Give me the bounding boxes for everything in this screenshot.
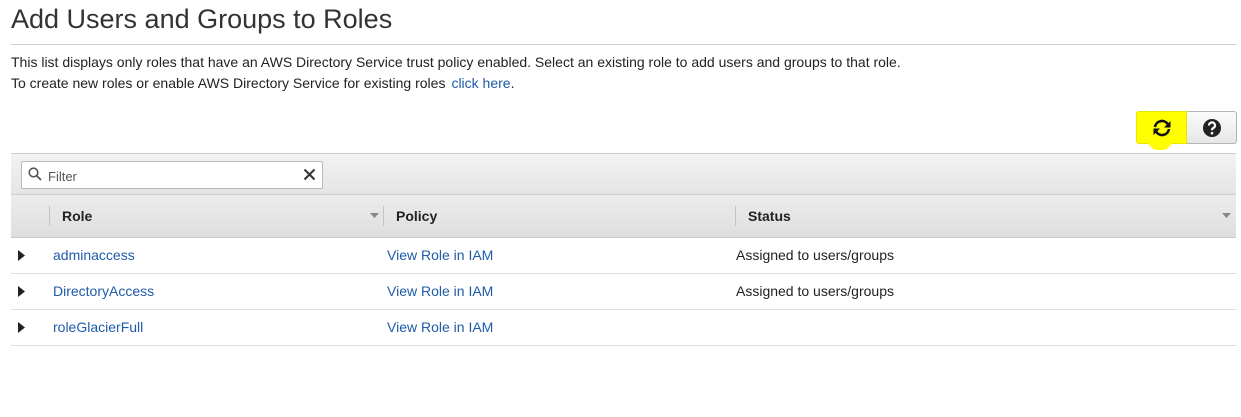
- click-here-link[interactable]: click here: [451, 75, 510, 91]
- role-link[interactable]: adminaccess: [53, 238, 135, 273]
- filter-bar: [11, 153, 1236, 194]
- filter-input[interactable]: [46, 165, 300, 187]
- column-header-status[interactable]: Status: [748, 195, 791, 237]
- close-icon[interactable]: [303, 168, 316, 181]
- role-status: Assigned to users/groups: [736, 247, 894, 263]
- role-link[interactable]: roleGlacierFull: [53, 310, 143, 345]
- description-line-1: This list displays only roles that have …: [11, 54, 901, 70]
- filter-box: [21, 161, 323, 189]
- view-role-link[interactable]: View Role in IAM: [387, 310, 493, 345]
- highlight-mark: [1148, 140, 1172, 150]
- column-separator: [735, 206, 736, 226]
- view-role-link[interactable]: View Role in IAM: [387, 238, 493, 273]
- expand-arrow-icon[interactable]: [18, 286, 25, 297]
- refresh-icon: [1153, 119, 1170, 136]
- sort-down-icon[interactable]: [370, 213, 379, 219]
- page-title: Add Users and Groups to Roles: [11, 4, 393, 34]
- table-row[interactable]: DirectoryAccess View Role in IAM Assigne…: [11, 274, 1236, 310]
- roles-table: Role Policy Status adminaccess View Role…: [11, 153, 1236, 346]
- table-header: Role Policy Status: [11, 194, 1236, 238]
- description-line-2-text: To create new roles or enable AWS Direct…: [11, 75, 446, 91]
- role-link[interactable]: DirectoryAccess: [53, 274, 154, 309]
- table-row[interactable]: adminaccess View Role in IAM Assigned to…: [11, 238, 1236, 274]
- help-button[interactable]: [1187, 111, 1237, 144]
- title-divider: [11, 44, 1236, 45]
- sort-down-icon[interactable]: [1222, 213, 1231, 219]
- view-role-link[interactable]: View Role in IAM: [387, 274, 493, 309]
- expand-arrow-icon[interactable]: [18, 322, 25, 333]
- column-header-role[interactable]: Role: [62, 195, 92, 237]
- column-header-policy[interactable]: Policy: [396, 195, 437, 237]
- column-separator: [383, 206, 384, 226]
- search-icon: [28, 167, 42, 181]
- column-separator: [49, 206, 50, 226]
- help-icon: [1202, 118, 1221, 137]
- expand-arrow-icon[interactable]: [18, 250, 25, 261]
- description-line-2-suffix: .: [510, 75, 515, 91]
- description-line-2: To create new roles or enable AWS Direct…: [11, 75, 514, 91]
- table-row[interactable]: roleGlacierFull View Role in IAM: [11, 310, 1236, 346]
- role-status: Assigned to users/groups: [736, 283, 894, 299]
